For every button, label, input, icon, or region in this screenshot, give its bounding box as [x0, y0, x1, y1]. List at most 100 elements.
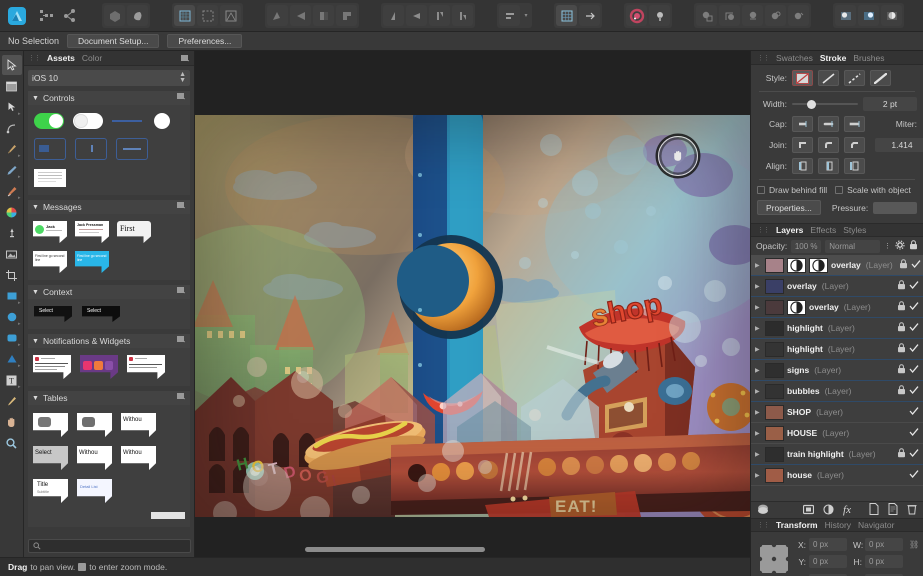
studio-split-icon[interactable] [881, 5, 902, 26]
ungroup-icon[interactable] [788, 5, 809, 26]
table-footer-asset[interactable] [151, 512, 185, 519]
layer-disclosure-triangle-icon[interactable]: ▶ [755, 262, 762, 269]
tab-layers[interactable]: Layers [776, 225, 803, 235]
magnifier-icon[interactable] [2, 433, 22, 453]
field-asset[interactable] [75, 138, 107, 160]
two-line-bubble-asset[interactable]: First line go second line [33, 251, 67, 273]
cap-square-button[interactable] [844, 116, 865, 132]
blue-bubble-asset[interactable]: First line go second line [75, 251, 109, 273]
tab-effects[interactable]: Effects [810, 225, 836, 235]
layer-disclosure-triangle-icon[interactable]: ▶ [755, 304, 762, 311]
union-icon[interactable] [383, 5, 404, 26]
align-icon[interactable] [499, 5, 520, 26]
layer-thumbnail[interactable] [765, 363, 784, 378]
title-subtitle-row-asset[interactable]: Title Subtitle [33, 479, 68, 503]
stroke-properties-button[interactable]: Properties... [757, 200, 821, 215]
section-menu-icon-context[interactable] [177, 286, 186, 297]
divide-shape-icon[interactable] [336, 5, 357, 26]
tab-assets[interactable]: Assets [47, 53, 75, 63]
layer-thumbnail[interactable] [765, 321, 784, 336]
layer-row[interactable]: ▶train highlight(Layer) [751, 444, 923, 465]
stroke-style-solid-button[interactable] [818, 70, 839, 86]
join-miter-button[interactable] [792, 137, 813, 153]
table-image-row-asset[interactable] [33, 413, 68, 437]
layer-lock-icon[interactable] [897, 385, 906, 397]
effects-icon[interactable]: fx [843, 504, 851, 516]
stroke-width-slider-knob[interactable] [807, 100, 816, 109]
blend-mode-select[interactable]: Normal [825, 240, 880, 253]
section-header-context[interactable]: ▼ Context [28, 285, 190, 299]
outline-view-icon[interactable] [197, 5, 218, 26]
layer-lock-icon[interactable] [897, 343, 906, 355]
layer-visibility-checkbox[interactable] [909, 364, 919, 376]
layer-thumbnail[interactable] [765, 447, 784, 462]
message-bubble-asset[interactable]: Jack [33, 221, 67, 243]
layer-lock-icon[interactable] [897, 364, 906, 376]
scale-with-object-checkbox[interactable]: Scale with object [835, 185, 911, 195]
section-header-notifications[interactable]: ▼ Notifications & Widgets [28, 334, 190, 348]
layer-visibility-checkbox[interactable] [909, 406, 919, 418]
join-bevel-button[interactable] [844, 137, 865, 153]
opacity-value[interactable]: 100 % [791, 240, 821, 253]
layer-thumbnail[interactable] [765, 300, 784, 315]
layer-visibility-checkbox[interactable] [909, 469, 919, 481]
disclosure-triangle-icon-tables[interactable]: ▼ [32, 395, 39, 402]
layer-thumbnail[interactable] [765, 405, 784, 420]
layer-lock-icon[interactable] [897, 448, 906, 460]
color-palette-icon[interactable] [2, 202, 22, 222]
node-tool[interactable]: ▸ [2, 97, 22, 117]
layer-visibility-checkbox[interactable] [909, 322, 919, 334]
layer-row[interactable]: ▶overlay(Layer) [751, 276, 923, 297]
assets-panel-menu-icon[interactable] [181, 54, 190, 65]
rounded-rect-icon[interactable]: ▸ [2, 328, 22, 348]
artboard[interactable]: H O T D O G ! [195, 115, 750, 517]
transform-w-input[interactable]: 0 px [865, 538, 903, 551]
tab-styles[interactable]: Styles [843, 225, 866, 235]
mask-layer-icon[interactable] [803, 504, 814, 517]
scrollbar-thumb[interactable] [305, 547, 485, 552]
layer-adjustment-thumbnail[interactable] [787, 258, 806, 273]
layer-thumbnail[interactable] [765, 384, 784, 399]
pressure-curve-control[interactable] [873, 202, 917, 214]
studio-right-icon[interactable] [858, 5, 879, 26]
move-tool[interactable] [2, 55, 22, 75]
move-front-icon[interactable] [742, 5, 763, 26]
layer-row[interactable]: ▶signs(Layer) [751, 360, 923, 381]
layer-adjustment-thumbnail[interactable] [787, 300, 806, 315]
tab-stroke[interactable]: Stroke [820, 53, 846, 63]
stroke-style-none-button[interactable] [792, 70, 813, 86]
preferences-button[interactable]: Preferences... [167, 34, 242, 48]
tab-transform[interactable]: Transform [776, 520, 818, 530]
cap-butt-button[interactable] [792, 116, 813, 132]
layer-disclosure-triangle-icon[interactable]: ▶ [755, 472, 762, 479]
stroke-style-textured-button[interactable] [870, 70, 891, 86]
layer-thumbnail[interactable] [765, 342, 784, 357]
section-header-tables[interactable]: ▼ Tables [28, 391, 190, 405]
notification-alt-asset[interactable] [127, 355, 165, 379]
assets-scroll-area[interactable]: iOS 10 ▲▼ ▼ Controls [24, 66, 194, 557]
section-menu-icon-notifications[interactable] [177, 335, 186, 346]
layer-disclosure-triangle-icon[interactable]: ▶ [755, 388, 762, 395]
new-layer-icon[interactable] [869, 503, 879, 517]
layer-lock-icon[interactable] [899, 259, 908, 271]
layer-thumbnail[interactable] [765, 468, 784, 483]
join-round-button[interactable] [818, 137, 839, 153]
layer-adjustment-thumbnail[interactable] [809, 258, 828, 273]
draw-persona-icon[interactable] [36, 5, 57, 26]
section-menu-icon-controls[interactable] [177, 92, 186, 103]
group-icon[interactable] [765, 5, 786, 26]
layer-disclosure-triangle-icon[interactable]: ▶ [755, 325, 762, 332]
anchor-point-selector[interactable] [757, 542, 791, 576]
asset-category-stepper-icon[interactable]: ▲▼ [179, 72, 186, 84]
crop-icon[interactable] [2, 265, 22, 285]
layer-visibility-checkbox[interactable] [909, 280, 919, 292]
blend-ranges-icon[interactable] [757, 503, 769, 517]
scale-with-object-box[interactable] [835, 186, 843, 194]
move-back-icon[interactable] [696, 5, 717, 26]
layer-settings-gear-icon[interactable] [895, 240, 905, 252]
without-row-asset-2[interactable]: Withou [77, 446, 112, 470]
stroke-width-slider[interactable] [792, 98, 858, 110]
eyedropper-icon[interactable] [2, 391, 22, 411]
layers-list[interactable]: ▶overlay(Layer)▶overlay(Layer)▶overlay(L… [751, 255, 923, 501]
tab-color[interactable]: Color [82, 53, 102, 63]
